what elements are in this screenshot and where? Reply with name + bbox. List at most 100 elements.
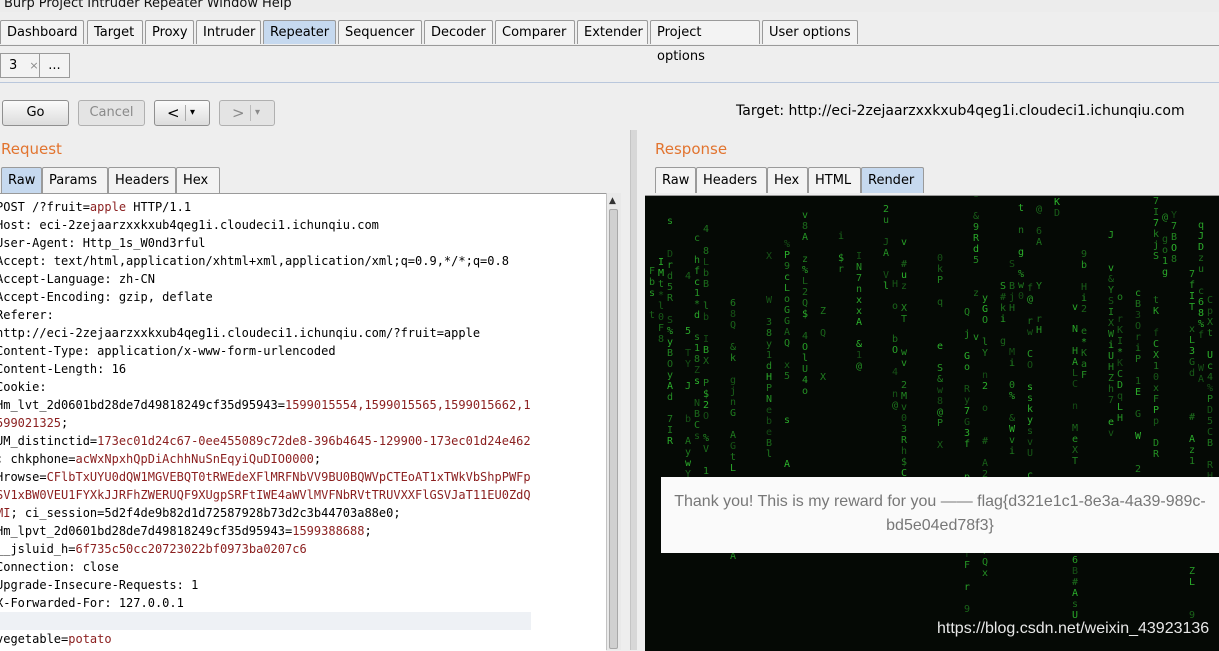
chevron-down-icon[interactable]: ▾ bbox=[190, 101, 195, 125]
request-line: Referer: bbox=[0, 306, 531, 324]
svg-text:I: I bbox=[1153, 207, 1159, 218]
new-tab-button[interactable]: ... bbox=[39, 53, 70, 78]
request-tab-headers[interactable]: Headers bbox=[108, 167, 176, 193]
svg-text:K: K bbox=[1081, 348, 1087, 359]
svg-text:J: J bbox=[685, 381, 691, 392]
request-value: potato bbox=[68, 632, 112, 646]
menu-project[interactable]: Project bbox=[39, 0, 83, 12]
svg-text:Z: Z bbox=[694, 365, 700, 376]
svg-text:y: y bbox=[667, 337, 673, 348]
forward-button[interactable]: > ▾ bbox=[219, 100, 275, 126]
svg-text:c: c bbox=[694, 233, 700, 244]
svg-text:@: @ bbox=[1162, 212, 1168, 223]
menu-repeater[interactable]: Repeater bbox=[144, 0, 203, 12]
tab-comparer[interactable]: Comparer bbox=[495, 20, 575, 44]
request-line: Hm_lpvt_2d0601bd28de7d49818249cf35d95943… bbox=[0, 522, 531, 540]
svg-text:L: L bbox=[703, 257, 709, 268]
svg-text:L: L bbox=[730, 463, 736, 474]
request-text: Content-Type: application/x-www-form-url… bbox=[0, 344, 336, 358]
request-text: ; chkphone= bbox=[0, 452, 76, 466]
svg-text:w: w bbox=[685, 458, 692, 469]
request-text: Upgrade-Insecure-Requests: 1 bbox=[0, 578, 199, 592]
tab-extender[interactable]: Extender bbox=[577, 20, 648, 44]
request-scrollbar[interactable]: ▲ bbox=[606, 193, 621, 650]
svg-text:g: g bbox=[1162, 234, 1168, 245]
svg-text:x: x bbox=[1153, 383, 1159, 394]
tab-target[interactable]: Target bbox=[87, 20, 143, 44]
svg-text:z: z bbox=[802, 254, 808, 265]
svg-text:J: J bbox=[1198, 231, 1204, 242]
svg-text:%: % bbox=[1207, 383, 1213, 394]
svg-text:0: 0 bbox=[1009, 380, 1015, 391]
response-tab-raw[interactable]: Raw bbox=[655, 167, 696, 193]
tab-dashboard[interactable]: Dashboard bbox=[0, 20, 84, 44]
repeater-tab-3[interactable]: 3 × bbox=[0, 53, 40, 78]
tab-decoder[interactable]: Decoder bbox=[424, 20, 493, 44]
svg-text:t: t bbox=[649, 310, 655, 321]
svg-text:P: P bbox=[766, 383, 772, 394]
request-line: Accept-Language: zh-CN bbox=[0, 270, 531, 288]
request-line: Content-Type: application/x-www-form-url… bbox=[0, 342, 531, 360]
svg-text:O: O bbox=[667, 359, 673, 370]
scroll-thumb[interactable] bbox=[609, 209, 618, 649]
tab-repeater[interactable]: Repeater bbox=[263, 20, 336, 44]
response-tab-html[interactable]: HTML bbox=[808, 167, 861, 193]
request-text: UM_distinctid= bbox=[0, 434, 98, 448]
svg-text:$: $ bbox=[838, 253, 844, 264]
svg-text:9: 9 bbox=[973, 222, 979, 233]
menu-burp[interactable]: Burp bbox=[4, 0, 35, 12]
svg-text:y: y bbox=[964, 395, 970, 406]
svg-text:c: c bbox=[1135, 288, 1141, 299]
panel-splitter[interactable] bbox=[630, 130, 637, 650]
svg-text:@: @ bbox=[937, 407, 943, 418]
svg-text:N: N bbox=[694, 398, 700, 409]
tab-project-options[interactable]: Project options bbox=[650, 20, 760, 64]
svg-text:Q: Q bbox=[802, 298, 808, 309]
svg-text:1: 1 bbox=[766, 350, 772, 361]
request-line: POST /?fruit=apple HTTP/1.1 bbox=[0, 198, 531, 216]
svg-text:R: R bbox=[901, 435, 908, 446]
svg-text:s: s bbox=[694, 376, 700, 387]
svg-text:K: K bbox=[1117, 325, 1123, 336]
tab-proxy[interactable]: Proxy bbox=[145, 20, 194, 44]
svg-text:1: 1 bbox=[694, 343, 700, 354]
svg-text:4: 4 bbox=[703, 224, 709, 235]
close-icon[interactable]: × bbox=[29, 59, 38, 72]
svg-text:8: 8 bbox=[1198, 308, 1204, 319]
svg-text:3: 3 bbox=[964, 428, 970, 439]
svg-text:x: x bbox=[856, 306, 862, 317]
target-display[interactable]: Target: http://eci-2zejaarzxxkxub4qeg1i.… bbox=[736, 103, 1185, 119]
request-tab-raw[interactable]: Raw bbox=[1, 167, 42, 193]
request-tab-params[interactable]: Params bbox=[42, 167, 108, 193]
menu-window[interactable]: Window bbox=[207, 0, 258, 12]
back-button[interactable]: < ▾ bbox=[154, 100, 210, 126]
cancel-button[interactable]: Cancel bbox=[78, 100, 145, 126]
menu-intruder[interactable]: Intruder bbox=[87, 0, 139, 12]
response-tab-render[interactable]: Render bbox=[861, 167, 924, 193]
tab-sequencer[interactable]: Sequencer bbox=[338, 20, 422, 44]
svg-text:K: K bbox=[1153, 306, 1159, 317]
svg-text:F: F bbox=[1081, 370, 1087, 381]
menu-help[interactable]: Help bbox=[262, 0, 292, 12]
svg-text:0: 0 bbox=[1153, 372, 1159, 383]
svg-text:O: O bbox=[802, 342, 808, 353]
request-lines: POST /?fruit=apple HTTP/1.1 Host: eci-2ze… bbox=[0, 198, 531, 648]
scroll-up-icon[interactable]: ▲ bbox=[609, 196, 616, 206]
go-button[interactable]: Go bbox=[2, 100, 69, 126]
svg-text:l: l bbox=[766, 449, 772, 460]
svg-text:A: A bbox=[667, 381, 673, 392]
request-text: ; bbox=[313, 452, 322, 466]
request-line: UM_distinctid=173ec01d24c67-0ee455089c72… bbox=[0, 432, 531, 450]
svg-text:M: M bbox=[658, 268, 664, 279]
request-tab-hex[interactable]: Hex bbox=[176, 167, 220, 193]
tab-intruder[interactable]: Intruder bbox=[196, 20, 261, 44]
tab-user-options[interactable]: User options bbox=[762, 20, 858, 44]
response-tab-headers[interactable]: Headers bbox=[696, 167, 767, 193]
svg-text:D: D bbox=[1198, 242, 1204, 253]
request-editor[interactable]: POST /?fruit=apple HTTP/1.1 Host: eci-2ze… bbox=[0, 193, 606, 651]
svg-text:C: C bbox=[1207, 427, 1213, 438]
response-tab-hex[interactable]: Hex bbox=[767, 167, 808, 193]
svg-text:B: B bbox=[766, 438, 772, 449]
chevron-down-icon[interactable]: ▾ bbox=[255, 101, 260, 125]
svg-text:B: B bbox=[694, 409, 700, 420]
